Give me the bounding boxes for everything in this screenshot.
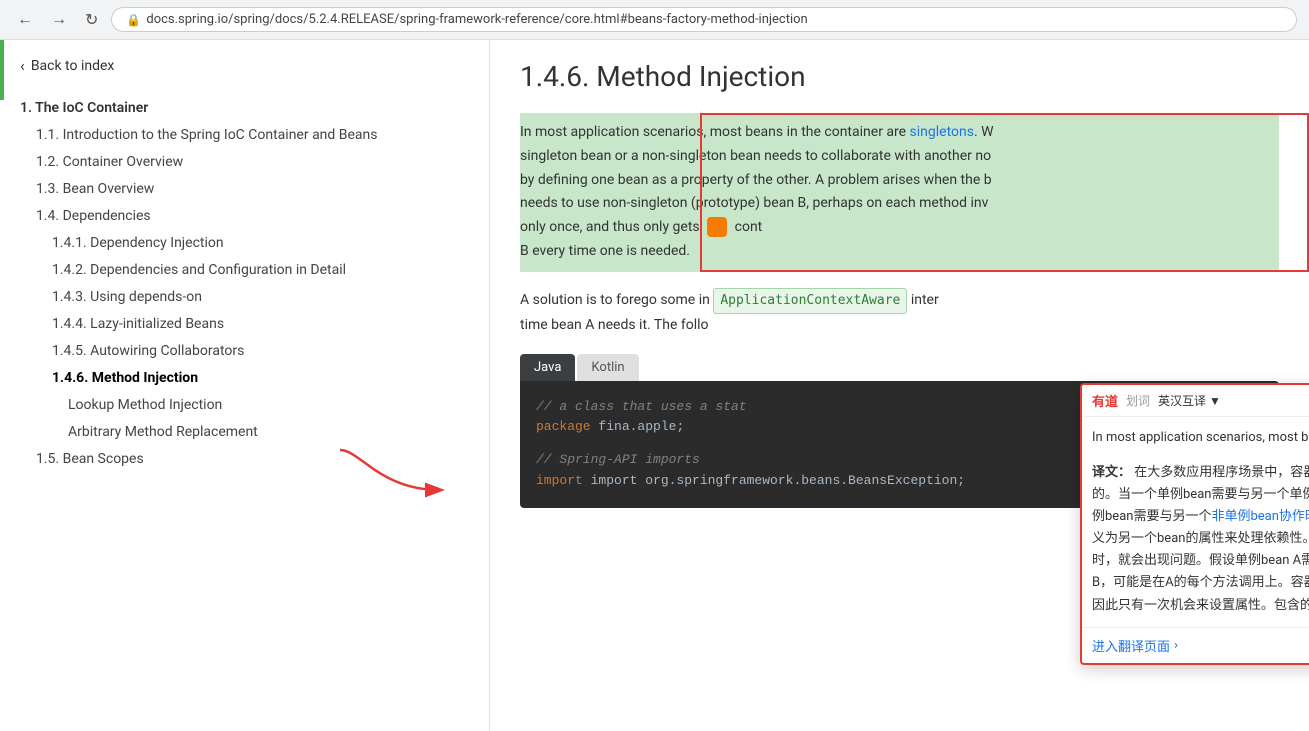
sidebar-item-lookup-method[interactable]: Lookup Method Injection bbox=[20, 392, 469, 419]
sidebar-item-dependencies[interactable]: 1.4. Dependencies bbox=[20, 203, 469, 230]
back-button[interactable]: ← bbox=[12, 9, 38, 31]
sidebar-item-container-overview[interactable]: 1.2. Container Overview bbox=[20, 149, 469, 176]
sidebar-item-lazy-init[interactable]: 1.4.4. Lazy-initialized Beans bbox=[20, 311, 469, 338]
forward-button[interactable]: → bbox=[46, 9, 72, 31]
active-section-indicator bbox=[0, 40, 4, 100]
reload-button[interactable]: ↻ bbox=[80, 8, 103, 32]
highlight-line-1: In most application scenarios, most bean… bbox=[520, 121, 1279, 145]
highlight-line-3: by defining one bean as a property of th… bbox=[520, 169, 1279, 193]
sidebar-item-dependency-injection[interactable]: 1.4.1. Dependency Injection bbox=[20, 230, 469, 257]
sidebar-item-arbitrary-method[interactable]: Arbitrary Method Replacement bbox=[20, 419, 469, 446]
translation-label: 译文： bbox=[1092, 465, 1131, 480]
sidebar-item-depends-on[interactable]: 1.4.3. Using depends-on bbox=[20, 284, 469, 311]
highlight-line-6: B every time one is needed. bbox=[520, 240, 1279, 264]
tab-kotlin[interactable]: Kotlin bbox=[577, 354, 638, 381]
translate-mode-button[interactable]: 英汉互译 ▼ bbox=[1158, 392, 1221, 409]
tooltip-divider-text: 划词 bbox=[1126, 392, 1150, 409]
browser-chrome: ← → ↻ 🔒 docs.spring.io/spring/docs/5.2.4… bbox=[0, 0, 1309, 40]
sidebar: ‹ Back to index 1. The IoC Container 1.1… bbox=[0, 40, 490, 731]
sidebar-item-ioc-container[interactable]: 1. The IoC Container bbox=[20, 95, 469, 122]
back-link-label: Back to index bbox=[31, 58, 115, 74]
tooltip-search-row: In most application scenarios, most bean… bbox=[1082, 417, 1309, 458]
lock-icon: 🔒 bbox=[126, 13, 141, 27]
youdao-logo: 有道 bbox=[1092, 391, 1118, 410]
youdao-tooltip: 有道 划词 英汉互译 ▼ ☆ ✕ ⋮ In most application s… bbox=[1080, 383, 1309, 665]
highlight-word: 非单例bean协作时 bbox=[1211, 509, 1309, 524]
singletons-link[interactable]: singletons bbox=[910, 124, 974, 140]
main-layout: ‹ Back to index 1. The IoC Container 1.1… bbox=[0, 40, 1309, 731]
highlight-line-2: singleton bean or a non-singleton bean n… bbox=[520, 145, 1279, 169]
tooltip-search-text: In most application scenarios, most bean… bbox=[1092, 430, 1309, 445]
tab-java[interactable]: Java bbox=[520, 354, 575, 381]
content-area: 1.4.6. Method Injection In most applicat… bbox=[490, 40, 1309, 731]
tooltip-header: 有道 划词 英汉互译 ▼ ☆ ✕ ⋮ bbox=[1082, 385, 1309, 417]
paragraph-2: A solution is to forego some in Applicat… bbox=[520, 288, 1279, 338]
sidebar-item-intro-spring-ioc[interactable]: 1.1. Introduction to the Spring IoC Cont… bbox=[20, 122, 469, 149]
page-title: 1.4.6. Method Injection bbox=[520, 60, 1279, 93]
app-context-badge: ApplicationContextAware bbox=[713, 288, 907, 314]
nav-section: 1. The IoC Container 1.1. Introduction t… bbox=[20, 95, 469, 473]
back-arrow-icon: ‹ bbox=[20, 56, 25, 75]
highlight-paragraph: In most application scenarios, most bean… bbox=[520, 113, 1279, 272]
sidebar-item-bean-overview[interactable]: 1.3. Bean Overview bbox=[20, 176, 469, 203]
back-to-index-link[interactable]: ‹ Back to index bbox=[20, 56, 469, 75]
sidebar-item-autowiring[interactable]: 1.4.5. Autowiring Collaborators bbox=[20, 338, 469, 365]
highlight-line-5: only once, and thus only gets cont bbox=[520, 216, 1279, 240]
address-bar[interactable]: 🔒 docs.spring.io/spring/docs/5.2.4.RELEA… bbox=[111, 7, 1297, 32]
translation-toggle[interactable] bbox=[707, 217, 727, 237]
tooltip-translation: 译文： 在大多数应用程序场景中，容器中的大多数bean都是单例的。当一个单例be… bbox=[1082, 458, 1309, 627]
sidebar-item-dependencies-config[interactable]: 1.4.2. Dependencies and Configuration in… bbox=[20, 257, 469, 284]
highlight-line-4: needs to use non-singleton (prototype) b… bbox=[520, 192, 1279, 216]
tooltip-footer: 进入翻译页面 › bbox=[1082, 627, 1309, 663]
code-tabs: Java Kotlin bbox=[520, 354, 1279, 381]
sidebar-item-bean-scopes[interactable]: 1.5. Bean Scopes bbox=[20, 446, 469, 473]
translation-text: 在大多数应用程序场景中，容器中的大多数bean都是单例的。当一个单例bean需要… bbox=[1092, 465, 1309, 613]
sidebar-item-method-injection[interactable]: 1.4.6. Method Injection bbox=[20, 365, 469, 392]
url-text: docs.spring.io/spring/docs/5.2.4.RELEASE… bbox=[146, 12, 807, 27]
translate-page-link[interactable]: 进入翻译页面 › bbox=[1092, 636, 1309, 655]
